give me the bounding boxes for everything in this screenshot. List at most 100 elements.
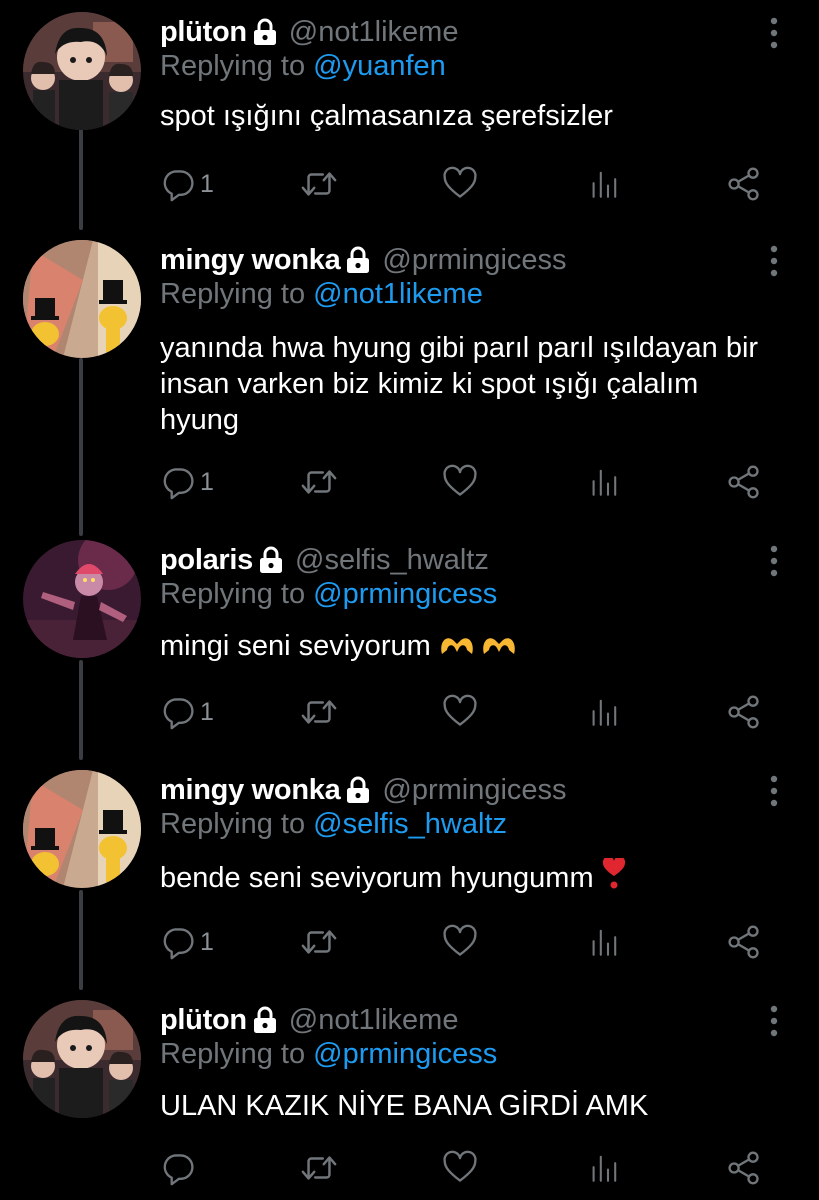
more-options-icon[interactable] — [769, 16, 779, 50]
reply-icon — [160, 924, 196, 960]
reply-button[interactable]: 1 — [160, 462, 214, 502]
reply-icon — [160, 694, 196, 730]
reply-button[interactable]: 1 — [160, 922, 214, 962]
display-name[interactable]: polaris — [160, 544, 253, 577]
action-bar: 1 — [160, 462, 770, 502]
reply-icon — [160, 1150, 196, 1186]
lock-icon — [253, 1006, 277, 1034]
reply-icon — [160, 464, 196, 500]
replying-prefix: Replying to — [160, 278, 306, 310]
handle[interactable]: @prmingicess — [382, 244, 566, 277]
avatar[interactable] — [23, 240, 141, 358]
heart-exclamation-emoji — [602, 856, 626, 899]
retweet-button[interactable] — [300, 1148, 338, 1188]
handle[interactable]: @selfis_hwaltz — [295, 544, 489, 577]
avatar[interactable] — [23, 770, 141, 888]
views-button[interactable] — [588, 462, 620, 502]
tweet-header: plüton @not1likeme — [160, 12, 458, 52]
views-icon — [588, 924, 620, 960]
tweet[interactable]: mingy wonka @prmingicess Replying to @no… — [0, 240, 819, 530]
avatar[interactable] — [23, 1000, 141, 1118]
tweet-header: polaris @selfis_hwaltz — [160, 540, 489, 580]
views-button[interactable] — [588, 164, 620, 204]
avatar[interactable] — [23, 12, 141, 130]
views-button[interactable] — [588, 1148, 620, 1188]
replying-prefix: Replying to — [160, 50, 306, 82]
views-button[interactable] — [588, 692, 620, 732]
more-options-icon[interactable] — [769, 244, 779, 278]
more-options-icon[interactable] — [769, 774, 779, 808]
share-button[interactable] — [726, 164, 762, 204]
like-button[interactable] — [442, 692, 478, 732]
views-icon — [588, 1150, 620, 1186]
share-button[interactable] — [726, 462, 762, 502]
tweet[interactable]: polaris @selfis_hwaltz Replying to @prmi… — [0, 540, 819, 750]
mention-link[interactable]: @not1likeme — [313, 278, 483, 310]
action-bar: 1 — [160, 922, 770, 962]
replying-to: Replying to @not1likeme — [160, 278, 483, 311]
heart-hands-emoji — [439, 630, 519, 667]
handle[interactable]: @not1likeme — [289, 1004, 459, 1037]
replying-prefix: Replying to — [160, 808, 306, 840]
like-icon — [442, 166, 478, 202]
retweet-button[interactable] — [300, 922, 338, 962]
retweet-icon — [300, 463, 338, 501]
tweet-text-row: bende seni seviyorum hyungumm — [160, 856, 780, 899]
tweet-header: plüton @not1likeme — [160, 1000, 458, 1040]
tweet[interactable]: plüton @not1likeme Replying to @prmingic… — [0, 1000, 819, 1200]
lock-icon — [346, 776, 370, 804]
reply-icon — [160, 166, 196, 202]
retweet-button[interactable] — [300, 462, 338, 502]
handle[interactable]: @not1likeme — [289, 16, 459, 49]
like-button[interactable] — [442, 922, 478, 962]
reply-button[interactable]: 1 — [160, 692, 214, 732]
like-button[interactable] — [442, 164, 478, 204]
reply-button[interactable]: 1 — [160, 164, 214, 204]
like-button[interactable] — [442, 462, 478, 502]
tweet-text: bende seni seviyorum hyungumm — [160, 862, 594, 894]
lock-icon — [253, 18, 277, 46]
display-name[interactable]: mingy wonka — [160, 774, 341, 807]
retweet-icon — [300, 165, 338, 203]
reply-button[interactable] — [160, 1148, 200, 1188]
retweet-icon — [300, 923, 338, 961]
retweet-button[interactable] — [300, 692, 338, 732]
tweet-text: yanında hwa hyung gibi parıl parıl ışıld… — [160, 332, 759, 436]
reply-count: 1 — [200, 697, 214, 726]
mention-link[interactable]: @prmingicess — [313, 1038, 497, 1070]
mention-link[interactable]: @prmingicess — [313, 578, 497, 610]
share-button[interactable] — [726, 692, 762, 732]
avatar[interactable] — [23, 540, 141, 658]
display-name[interactable]: plüton — [160, 16, 247, 49]
share-button[interactable] — [726, 922, 762, 962]
share-icon — [726, 1149, 762, 1187]
more-options-icon[interactable] — [769, 544, 779, 578]
views-icon — [588, 166, 620, 202]
share-button[interactable] — [726, 1148, 762, 1188]
mention-link[interactable]: @selfis_hwaltz — [313, 808, 507, 840]
replying-prefix: Replying to — [160, 578, 306, 610]
views-button[interactable] — [588, 922, 620, 962]
like-icon — [442, 924, 478, 960]
more-options-icon[interactable] — [769, 1004, 779, 1038]
like-icon — [442, 1150, 478, 1186]
like-button[interactable] — [442, 1148, 478, 1188]
action-bar: 1 — [160, 692, 770, 732]
tweet-header: mingy wonka @prmingicess — [160, 770, 567, 810]
lock-icon — [346, 246, 370, 274]
replying-to: Replying to @yuanfen — [160, 50, 446, 83]
share-icon — [726, 923, 762, 961]
replying-to: Replying to @prmingicess — [160, 578, 497, 611]
tweet[interactable]: plüton @not1likeme Replying to @yuanfen … — [0, 12, 819, 222]
mention-link[interactable]: @yuanfen — [313, 50, 446, 82]
tweet-text: spot ışığını çalmasanıza şerefsizler — [160, 100, 613, 132]
tweet-text-row: mingi seni seviyorum — [160, 628, 780, 667]
retweet-icon — [300, 1149, 338, 1187]
display-name[interactable]: plüton — [160, 1004, 247, 1037]
retweet-icon — [300, 693, 338, 731]
retweet-button[interactable] — [300, 164, 338, 204]
reply-count: 1 — [200, 467, 214, 496]
handle[interactable]: @prmingicess — [382, 774, 566, 807]
tweet[interactable]: mingy wonka @prmingicess Replying to @se… — [0, 770, 819, 980]
display-name[interactable]: mingy wonka — [160, 244, 341, 277]
